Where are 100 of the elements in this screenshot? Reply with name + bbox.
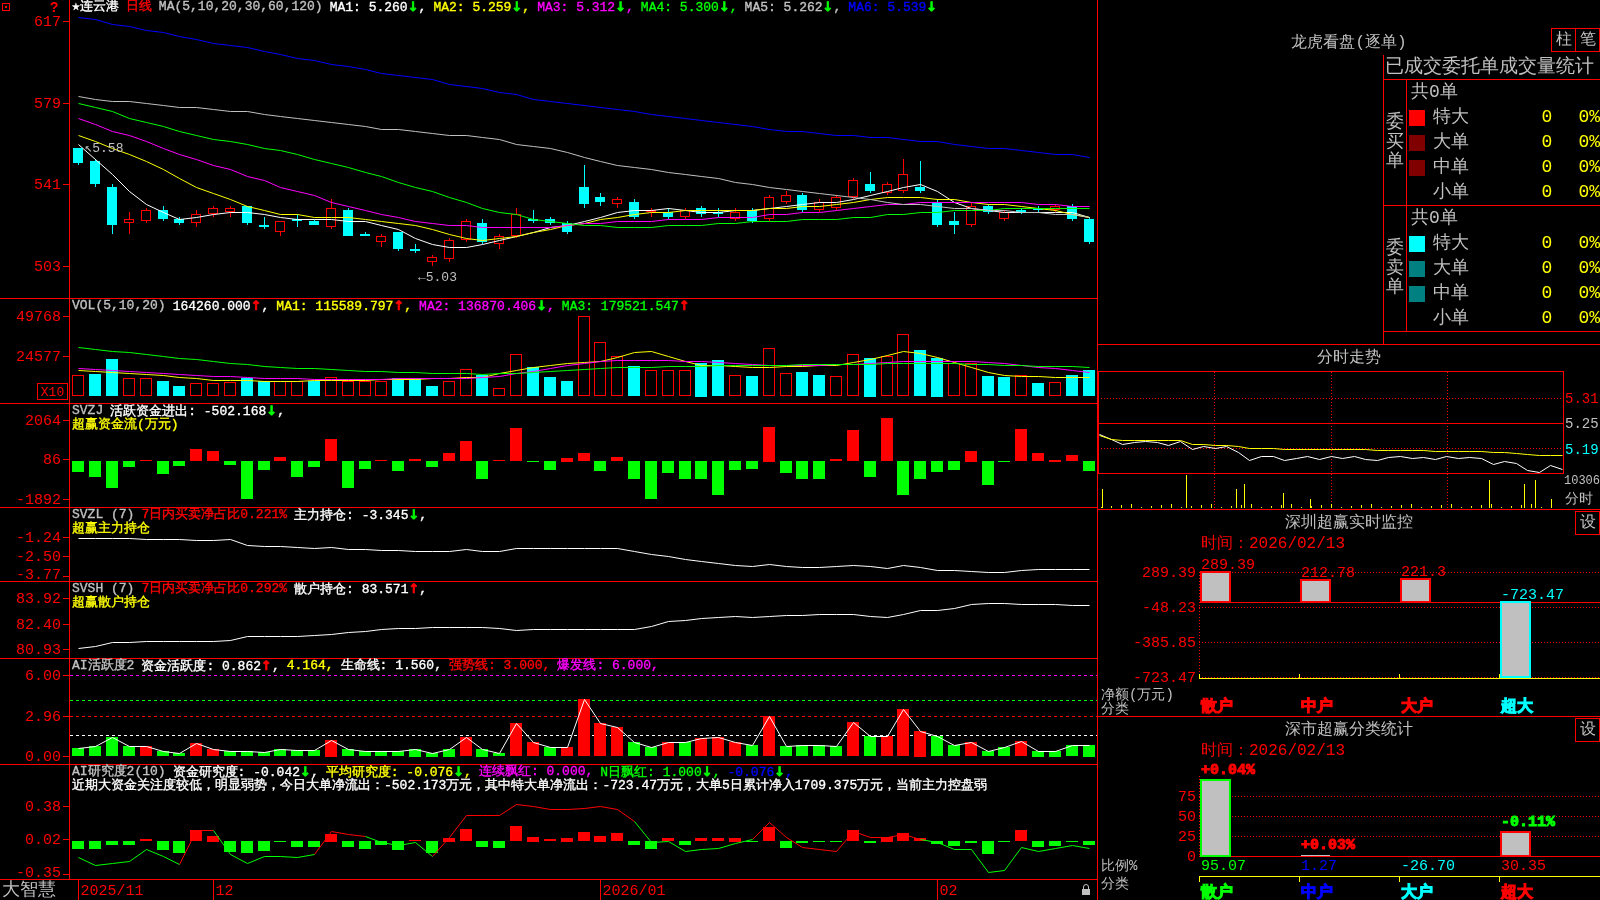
candle bbox=[343, 207, 353, 236]
order-type-label: 中单 bbox=[1433, 157, 1469, 177]
axis-label: -0.35 bbox=[16, 865, 61, 879]
value-reading: 1.27 bbox=[1301, 858, 1337, 875]
candle bbox=[208, 205, 218, 218]
candle bbox=[747, 207, 757, 224]
axis-caption: 净额(万元) bbox=[1101, 687, 1174, 703]
candle bbox=[764, 194, 774, 222]
candle bbox=[865, 171, 875, 194]
axis-label: 289.39 bbox=[1142, 565, 1196, 582]
indicator-label: 散户持仓: 83.571↑, bbox=[294, 582, 428, 596]
order-total: 共0单 bbox=[1411, 208, 1458, 228]
settings-button[interactable]: 设 bbox=[1575, 718, 1600, 742]
candle bbox=[983, 203, 993, 215]
candle bbox=[410, 243, 420, 254]
candle bbox=[898, 158, 908, 194]
axis-caption: 分类 bbox=[1101, 876, 1129, 892]
indicator-label: SVSH (7) bbox=[72, 582, 135, 596]
indicator-label: 近期大资金关注度较低，明显弱势，今日大单净流出：-502.173万元，其中特大单净流出：-723.47万元，大单5日累计净入1709.375万元，当前主力控盘弱 bbox=[72, 779, 988, 793]
candle bbox=[309, 218, 319, 225]
order-type-label: 小单 bbox=[1433, 308, 1469, 328]
axis-label: 83.92 bbox=[16, 590, 61, 608]
data-label: 289.39 bbox=[1201, 557, 1255, 574]
candle bbox=[1067, 203, 1077, 222]
indicator-label: 7日内买卖净占比0.292% bbox=[141, 582, 288, 596]
candle bbox=[730, 207, 740, 222]
candle bbox=[107, 183, 117, 235]
view-toggle-button[interactable]: 柱 bbox=[1551, 28, 1576, 52]
candle bbox=[966, 201, 976, 228]
indicator-label: MA3: 179521.547↑ bbox=[561, 299, 690, 313]
axis-label: -1.24 bbox=[16, 529, 61, 547]
axis-label: -385.85 bbox=[1133, 635, 1196, 652]
indicator-label: -0.076↓, bbox=[727, 765, 793, 779]
axis-label: 86 bbox=[43, 452, 61, 470]
order-count: 0 bbox=[1541, 308, 1553, 328]
section-title: 分时走势 bbox=[1317, 348, 1381, 367]
value-reading: 95.07 bbox=[1201, 858, 1246, 875]
indicator-label: VOL(5,10,20) bbox=[72, 299, 166, 313]
axis-label: 5.25 bbox=[1565, 416, 1599, 432]
indicator-label: 超赢主力持仓 bbox=[72, 522, 150, 536]
candle bbox=[191, 209, 201, 228]
view-toggle-button[interactable]: 笔 bbox=[1575, 28, 1600, 52]
category-label: 中户 bbox=[1301, 884, 1333, 900]
value-reading: -26.70 bbox=[1401, 858, 1455, 875]
candle bbox=[663, 207, 673, 220]
order-count: 0 bbox=[1541, 283, 1553, 303]
candle bbox=[646, 207, 656, 218]
square-icon bbox=[2, 3, 10, 11]
candle bbox=[242, 206, 252, 226]
candle bbox=[797, 192, 807, 213]
indicator-label: AI研究度2(10) bbox=[72, 765, 166, 779]
candle bbox=[461, 218, 471, 243]
change-label: -0.11% bbox=[1501, 814, 1555, 831]
candle bbox=[696, 205, 706, 218]
candle bbox=[882, 181, 892, 196]
candle bbox=[528, 209, 538, 224]
candle bbox=[629, 198, 639, 220]
scale-label: X10 bbox=[37, 383, 68, 400]
settings-button[interactable]: 设 bbox=[1575, 511, 1600, 535]
order-share: 0% bbox=[1578, 283, 1600, 303]
axis-label: 6.00 bbox=[25, 668, 61, 686]
indicator-label: MA1: 115589.797↑, bbox=[276, 299, 413, 313]
panel-title: 龙虎看盘(逐单) bbox=[1291, 34, 1407, 52]
help-mark: ? bbox=[50, 0, 59, 16]
axis-label: -48.23 bbox=[1142, 600, 1196, 617]
axis-label: 75 bbox=[1178, 789, 1196, 806]
indicator-label: MA4: 5.300↓, bbox=[640, 0, 738, 14]
axis-label: 2064 bbox=[25, 412, 61, 430]
candle bbox=[932, 198, 942, 228]
order-share: 0% bbox=[1578, 157, 1600, 177]
candle bbox=[680, 207, 690, 220]
indicator-label: ★连云港 bbox=[72, 0, 119, 14]
indicator-label: 资金研究度: -0.042↓, bbox=[172, 765, 319, 779]
order-type-label: 特大 bbox=[1433, 233, 1469, 253]
candle bbox=[174, 216, 184, 226]
section-title: 深圳超赢实时监控 bbox=[1285, 514, 1413, 532]
candle bbox=[427, 254, 437, 267]
timestamp: 时间：2026/02/13 bbox=[1201, 742, 1345, 760]
order-count: 0 bbox=[1541, 132, 1553, 152]
category-label: 超大 bbox=[1501, 884, 1533, 900]
axis-label: 579 bbox=[34, 95, 61, 113]
axis-label: 49768 bbox=[16, 308, 61, 326]
candle bbox=[225, 205, 235, 218]
candle bbox=[612, 196, 622, 209]
candle bbox=[376, 233, 386, 248]
candle bbox=[275, 221, 285, 237]
candle bbox=[814, 198, 824, 213]
candle bbox=[90, 158, 100, 188]
indicator-label: N日飘红: 1.000↓, bbox=[600, 765, 721, 779]
axis-label: -1892 bbox=[16, 492, 61, 507]
date-label: 12 bbox=[215, 883, 234, 900]
order-share: 0% bbox=[1578, 233, 1600, 253]
candle bbox=[999, 209, 1009, 222]
axis-label: 82.40 bbox=[16, 616, 61, 634]
axis-label: 503 bbox=[34, 258, 61, 276]
axis-label: 80.93 bbox=[16, 642, 61, 658]
order-total: 共0单 bbox=[1411, 82, 1458, 102]
order-count: 0 bbox=[1541, 182, 1553, 202]
order-type-label: 大单 bbox=[1433, 132, 1469, 152]
indicator-label: 资金活跃度: 0.862↑, bbox=[141, 659, 280, 673]
